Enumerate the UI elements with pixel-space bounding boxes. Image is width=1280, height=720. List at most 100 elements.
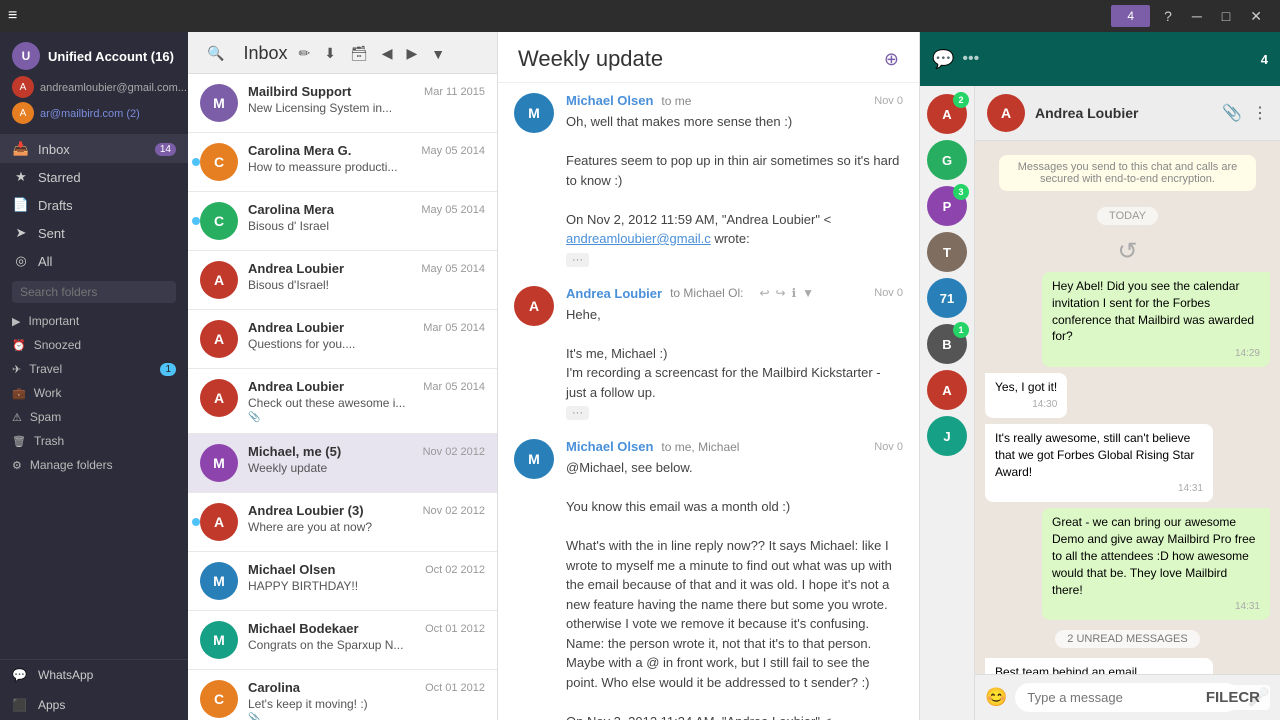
download-icon[interactable]: ⬇	[319, 42, 341, 65]
wa-contact[interactable]: G	[927, 140, 967, 180]
wa-menu-icon[interactable]: ⋮	[1252, 103, 1268, 123]
sidebar-folder-snoozed[interactable]: ⏰ Snoozed	[0, 333, 188, 357]
sidebar-item-whatsapp[interactable]: 💬 WhatsApp	[0, 660, 188, 690]
email-content: Andrea Loubier (3)Nov 02 2012Where are y…	[248, 503, 485, 541]
email-item[interactable]: MMichael, me (5)Nov 02 2012Weekly update	[188, 434, 497, 493]
wa-contact[interactable]: B1	[927, 324, 967, 364]
wa-contact[interactable]: T	[927, 232, 967, 272]
subject: Questions for you....	[248, 337, 485, 351]
email-item[interactable]: MMichael BodekaerOct 01 2012Congrats on …	[188, 611, 497, 670]
sidebar-folder-travel[interactable]: ✈ Travel 1	[0, 357, 188, 381]
email-item[interactable]: CCarolina MeraMay 05 2014Bisous d' Israe…	[188, 192, 497, 251]
email-item[interactable]: AAndrea LoubierMay 05 2014Bisous d'Israe…	[188, 251, 497, 310]
wa-header: 💬 ••• 4	[920, 32, 1280, 86]
thread-to: to me, Michael	[661, 440, 739, 454]
reply-icon[interactable]: ↩	[759, 286, 769, 300]
wa-chat-name: Andrea Loubier	[1035, 105, 1212, 121]
sidebar-folder-trash[interactable]: 🗑 Trash	[0, 429, 188, 453]
subject: Weekly update	[248, 461, 485, 475]
thread-body: @Michael, see below.You know this email …	[566, 458, 903, 720]
more-icon[interactable]: ▼	[802, 286, 814, 300]
maximize-button[interactable]: □	[1212, 8, 1240, 24]
search-input[interactable]	[12, 281, 176, 303]
email-list: 🔍 Inbox ✏ ⬇ 🗃 ◀ ▶ ▼ MMailbird SupportMar…	[188, 32, 498, 720]
manage-folders-button[interactable]: ⚙ Manage folders	[0, 453, 188, 477]
wa-dots-icon[interactable]: •••	[962, 50, 979, 68]
wa-contact[interactable]: J	[927, 416, 967, 456]
avatar: A	[200, 379, 238, 417]
thread-content: Andrea Loubier to Michael Ol: ↩ ↪ ℹ ▼ No…	[566, 286, 903, 422]
help-button[interactable]: ?	[1154, 8, 1182, 24]
thread-avatar: M	[514, 439, 554, 479]
menu-icon[interactable]: ≡	[8, 7, 17, 25]
forward-icon[interactable]: ▶	[402, 42, 423, 65]
sidebar-item-apps[interactable]: ⬛ Apps	[0, 690, 188, 720]
email-item[interactable]: CCarolinaOct 01 2012Let's keep it moving…	[188, 670, 497, 720]
wa-contact[interactable]: P3	[927, 186, 967, 226]
email-item[interactable]: AAndrea LoubierMar 05 2014Check out thes…	[188, 369, 497, 434]
show-more[interactable]: ···	[566, 253, 589, 267]
folder-icon: 🗑	[12, 435, 26, 448]
gmail-account: andreamloubier@gmail.com...	[40, 82, 187, 94]
email-item[interactable]: AAndrea LoubierMar 05 2014Questions for …	[188, 310, 497, 369]
wa-contact[interactable]: A2	[927, 94, 967, 134]
sender: Andrea Loubier (3)	[248, 503, 364, 518]
emoji-icon[interactable]: 😊	[985, 687, 1007, 708]
forward-icon[interactable]: ↪	[776, 286, 786, 300]
tab-number[interactable]: 4	[1111, 5, 1150, 27]
sidebar-item-all[interactable]: ◎ All	[0, 247, 188, 275]
search-icon[interactable]: 🔍	[202, 42, 229, 65]
wa-chat-icon[interactable]: 💬	[932, 49, 954, 70]
email-items: M Mailbird SupportMar 11 2015New Licensin…	[188, 74, 497, 720]
wa-chat-header: A Andrea Loubier 📎 ⋮	[975, 86, 1280, 141]
whatsapp-icon: 💬	[12, 668, 30, 682]
email-link[interactable]: andreamloubier@gmail.c	[566, 231, 711, 246]
sidebar-folder-spam[interactable]: ⚠ Spam	[0, 405, 188, 429]
email-item-top: Michael OlsenOct 02 2012	[248, 562, 485, 577]
wa-message-text: It's really awesome, still can't believe…	[995, 430, 1203, 480]
thread-message: M Michael Olsen to me, Michael Nov 0 @Mi…	[514, 439, 903, 720]
email-content: Mailbird SupportMar 11 2015New Licensing…	[248, 84, 485, 122]
account-title[interactable]: Unified Account (16)	[48, 49, 174, 64]
wa-message-time: 14:29	[1052, 347, 1260, 361]
thread-message: A Andrea Loubier to Michael Ol: ↩ ↪ ℹ ▼ …	[514, 286, 903, 422]
sidebar-item-sent[interactable]: ➤ Sent	[0, 219, 188, 247]
dropdown-icon[interactable]: ▼	[426, 43, 450, 65]
sent-icon: ➤	[12, 225, 30, 241]
email-content: CarolinaOct 01 2012Let's keep it moving!…	[248, 680, 485, 720]
email-item[interactable]: MMailbird SupportMar 11 2015New Licensin…	[188, 74, 497, 133]
email-item[interactable]: CCarolina Mera G.May 05 2014How to meass…	[188, 133, 497, 192]
archive-icon[interactable]: 🗃	[345, 42, 373, 65]
sidebar-item-starred[interactable]: ★ Starred	[0, 163, 188, 191]
wa-unread-banner: 2 UNREAD MESSAGES	[1055, 630, 1199, 648]
email-item-top: Andrea LoubierMay 05 2014	[248, 261, 485, 276]
email-content: Carolina MeraMay 05 2014Bisous d' Israel	[248, 202, 485, 240]
avatar: C	[200, 143, 238, 181]
email-item-top: Andrea LoubierMar 05 2014	[248, 320, 485, 335]
minimize-button[interactable]: ─	[1182, 8, 1212, 24]
avatar: M	[200, 562, 238, 600]
info-icon[interactable]: ℹ	[792, 286, 797, 300]
add-to-thread-icon[interactable]: ⊕	[884, 49, 899, 70]
back-icon[interactable]: ◀	[377, 42, 398, 65]
email-item-top: Carolina Mera G.May 05 2014	[248, 143, 485, 158]
thread-header: Andrea Loubier to Michael Ol: ↩ ↪ ℹ ▼ No…	[566, 286, 903, 301]
sidebar-folder-work[interactable]: 💼 Work	[0, 381, 188, 405]
compose-icon[interactable]: ✏	[293, 42, 315, 65]
sidebar-folder-important[interactable]: ▶ Important	[0, 309, 188, 333]
wa-attach-icon[interactable]: 📎	[1222, 103, 1242, 123]
gmail-avatar: A	[12, 76, 34, 98]
sidebar-item-drafts[interactable]: 📄 Drafts	[0, 191, 188, 219]
wa-contact[interactable]: A	[927, 370, 967, 410]
wa-contact-list: A2 G P3 T 71 B1 AJ	[920, 86, 975, 720]
show-more[interactable]: ···	[566, 406, 589, 420]
sidebar-item-inbox[interactable]: 📥 Inbox 14	[0, 135, 188, 163]
email-item[interactable]: MMichael OlsenOct 02 2012HAPPY BIRTHDAY!…	[188, 552, 497, 611]
close-button[interactable]: ✕	[1240, 8, 1272, 25]
titlebar: ≡ 4 ? ─ □ ✕	[0, 0, 1280, 32]
folder-search	[0, 275, 188, 309]
email-item[interactable]: AAndrea Loubier (3)Nov 02 2012Where are …	[188, 493, 497, 552]
wa-contact[interactable]: 71	[927, 278, 967, 318]
folder-icon: ⚠	[12, 411, 22, 424]
account-avatar: U	[12, 42, 40, 70]
